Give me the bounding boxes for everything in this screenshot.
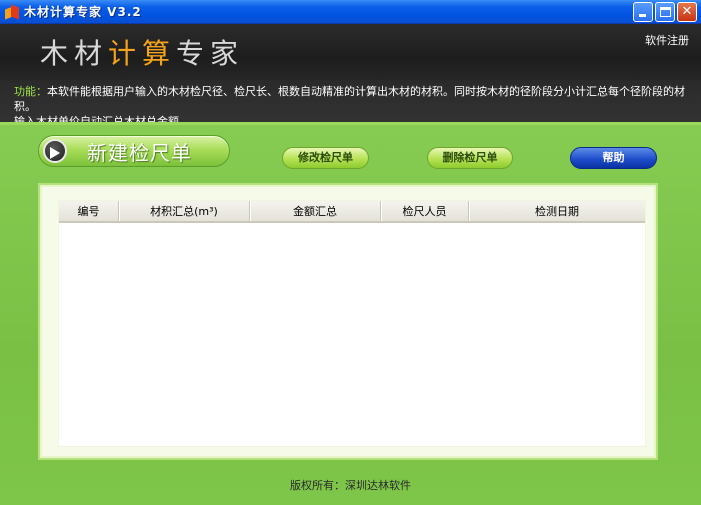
feature-label: 功能： [14,85,47,98]
feature-description-line1: 功能：本软件能根据用户输入的木材检尺径、检尺长、根数自动精准的计算出木材的材积。… [14,84,695,114]
records-table[interactable]: 编号 材积汇总(m³) 金额汇总 检尺人员 检测日期 [58,200,646,447]
register-link[interactable]: 软件注册 [645,32,689,48]
logo-text-highlight: 计算 [108,37,177,70]
help-button[interactable]: 帮助 [570,147,657,169]
close-button[interactable]: ✕ [677,2,697,22]
copyright-text: 版权所有：深圳达林软件 [290,479,411,492]
app-logo: 木材计算专家 [40,32,244,72]
column-date[interactable]: 检测日期 [469,201,645,221]
column-amount-total[interactable]: 金额汇总 [250,201,381,221]
title-bar[interactable]: 木材计算专家 V3.2 ✕ [0,0,701,24]
table-header: 编号 材积汇总(m³) 金额汇总 检尺人员 检测日期 [59,201,645,223]
feature-description: 功能：本软件能根据用户输入的木材检尺径、检尺长、根数自动精准的计算出木材的材积。… [0,80,701,128]
logo-text-part1: 木材 [40,37,109,70]
new-inspection-button[interactable]: 新建检尺单 [38,135,230,167]
close-icon: ✕ [681,4,693,19]
app-header: 木材计算专家 软件注册 [0,24,701,80]
column-id[interactable]: 编号 [59,201,119,221]
edit-inspection-button[interactable]: 修改检尺单 [282,147,369,169]
maximize-button[interactable] [655,2,675,22]
feature-text: 本软件能根据用户输入的木材检尺径、检尺长、根数自动精准的计算出木材的材积。同时按… [14,85,685,113]
window-controls: ✕ [633,2,697,22]
logo-text-part2: 专家 [176,37,245,70]
window-title: 木材计算专家 V3.2 [24,5,142,19]
delete-inspection-button[interactable]: 删除检尺单 [427,147,513,169]
main-area: 新建检尺单 修改检尺单 删除检尺单 帮助 编号 材积汇总(m³) 金额汇总 检尺… [0,125,701,505]
minimize-button[interactable] [633,2,653,22]
app-icon [4,4,20,20]
new-inspection-label: 新建检尺单 [87,140,192,165]
column-volume-total[interactable]: 材积汇总(m³) [119,201,250,221]
minimize-icon [639,14,646,17]
arrow-right-icon [43,139,67,163]
maximize-icon [660,7,671,17]
records-panel: 编号 材积汇总(m³) 金额汇总 检尺人员 检测日期 [38,183,658,460]
column-inspector[interactable]: 检尺人员 [381,201,469,221]
